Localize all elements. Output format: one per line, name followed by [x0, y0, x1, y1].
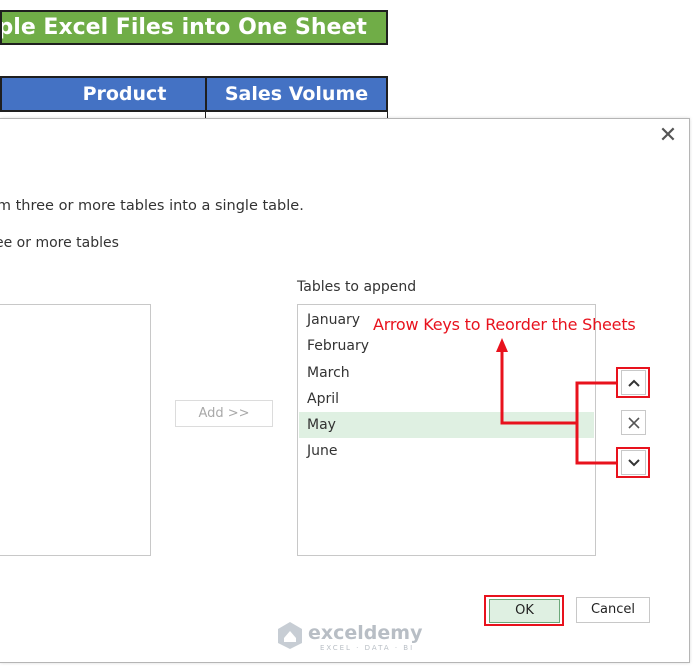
watermark-name: exceldemy [308, 622, 423, 644]
exceldemy-logo-icon [278, 622, 302, 649]
arrow-line [500, 350, 577, 425]
bracket-line [575, 381, 616, 465]
watermark-tagline: EXCEL · DATA · BI [320, 644, 415, 652]
watermark: exceldemy EXCEL · DATA · BI [276, 620, 426, 656]
arrow-head [496, 338, 508, 352]
annotation-arrows [496, 338, 616, 465]
annotation-text: Arrow Keys to Reorder the Sheets [373, 315, 636, 334]
